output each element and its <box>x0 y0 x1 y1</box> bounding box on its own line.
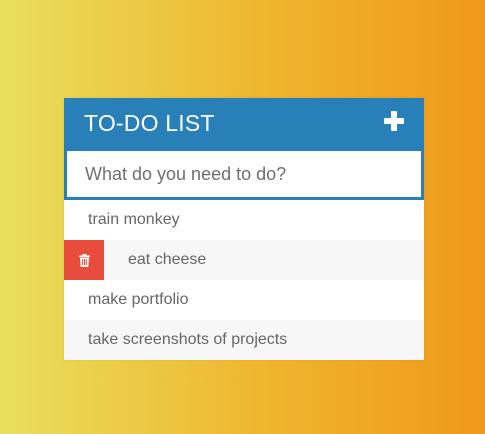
new-todo-input[interactable] <box>67 151 421 197</box>
todo-item-label: make portfolio <box>88 291 189 308</box>
list-item[interactable]: eat cheese <box>64 240 424 280</box>
todo-list: train monkey eat cheese make portfolio t… <box>64 200 424 360</box>
list-item[interactable]: make portfolio <box>64 280 424 320</box>
list-item[interactable]: train monkey <box>64 200 424 240</box>
todo-input-wrapper <box>64 148 424 200</box>
todo-card: TO-DO LIST train monkey eat cheese <box>64 98 424 360</box>
delete-button[interactable] <box>64 240 104 280</box>
plus-icon[interactable] <box>384 111 404 131</box>
todo-item-label: take screenshots of projects <box>88 331 288 348</box>
trash-icon <box>78 253 90 267</box>
todo-item-label: eat cheese <box>128 251 207 268</box>
todo-header: TO-DO LIST <box>64 98 424 148</box>
list-item[interactable]: take screenshots of projects <box>64 320 424 360</box>
todo-item-label: train monkey <box>88 211 180 228</box>
page-title: TO-DO LIST <box>84 109 215 136</box>
